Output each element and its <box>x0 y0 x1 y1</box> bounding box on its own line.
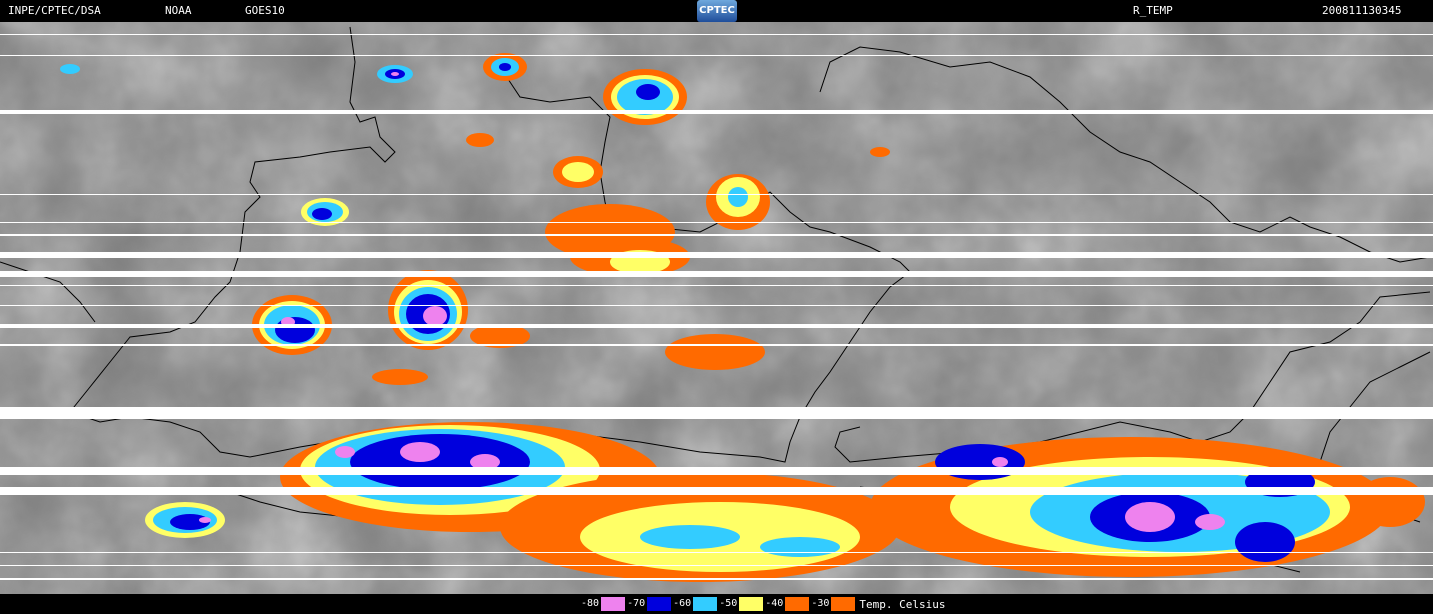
satellite-map <box>0 22 1433 594</box>
storm-cell <box>1355 477 1425 527</box>
storm-cell <box>870 147 890 157</box>
legend-color-swatch <box>601 597 626 611</box>
squall-line-east <box>870 437 1390 577</box>
legend-color-swatch <box>831 597 856 611</box>
legend-value: -80 <box>579 597 602 611</box>
storm-cell <box>145 502 225 538</box>
source-label: INPE/CPTEC/DSA <box>8 4 101 17</box>
agency-label: NOAA <box>165 4 192 17</box>
storm-cell <box>706 174 770 230</box>
legend-item: -30 <box>809 597 856 611</box>
legend-color-swatch <box>739 597 764 611</box>
legend-unit-label: Temp. Celsius <box>859 597 946 611</box>
product-label: R_TEMP <box>1133 4 1173 17</box>
legend-value: -60 <box>671 597 694 611</box>
storm-cell <box>377 65 413 83</box>
legend-color-swatch <box>785 597 810 611</box>
legend-color-swatch <box>647 597 672 611</box>
storm-cell <box>603 69 687 125</box>
legend-item: -40 <box>763 597 810 611</box>
legend-item: -60 <box>671 597 718 611</box>
satellite-image-viewer: INPE/CPTEC/DSA NOAA GOES10 R_TEMP 200811… <box>0 0 1433 614</box>
temperature-legend: -80 -70 -60 -50 -40 -30 Temp. Celsius <box>579 596 945 612</box>
storm-cell <box>388 270 468 350</box>
timestamp-label: 200811130345 <box>1322 4 1402 17</box>
legend-item: -80 <box>579 597 626 611</box>
storm-cell <box>665 334 765 370</box>
legend-value: -50 <box>717 597 740 611</box>
legend-color-swatch <box>693 597 718 611</box>
cptec-logo: CPTEC <box>697 0 737 22</box>
storm-cell <box>301 198 349 226</box>
satellite-label: GOES10 <box>245 4 285 17</box>
legend-value: -30 <box>809 597 832 611</box>
legend-value: -40 <box>763 597 786 611</box>
legend-value: -70 <box>625 597 648 611</box>
storm-cell <box>372 369 428 385</box>
storm-cell <box>553 156 603 188</box>
storm-cell <box>60 64 80 74</box>
legend-item: -70 <box>625 597 672 611</box>
storm-cell <box>483 53 527 81</box>
legend-item: -50 <box>717 597 764 611</box>
storm-cell <box>466 133 494 147</box>
